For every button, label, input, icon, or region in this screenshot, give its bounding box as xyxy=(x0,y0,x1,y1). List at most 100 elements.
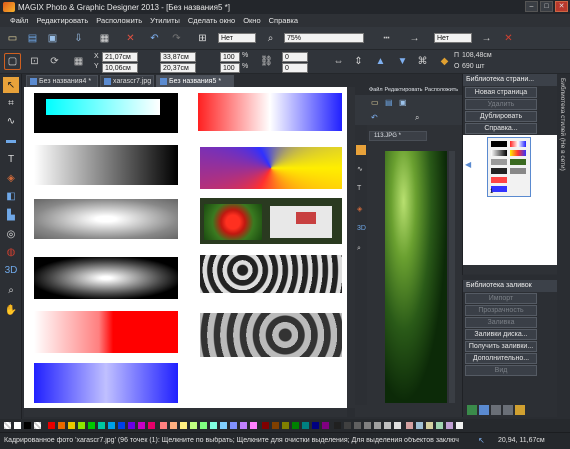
new-file-icon[interactable]: ▭ xyxy=(4,30,21,47)
palette-color[interactable] xyxy=(128,422,135,429)
3d-tool-icon[interactable]: 3D xyxy=(3,262,19,278)
document-canvas[interactable] xyxy=(24,87,347,408)
palette-color[interactable] xyxy=(108,422,115,429)
gallery-fonts-icon[interactable] xyxy=(503,405,513,415)
disk-fills-button[interactable]: Заливки диска... xyxy=(465,329,537,340)
help-button[interactable]: Справка... xyxy=(465,123,537,134)
palette-color[interactable] xyxy=(98,422,105,429)
width-input[interactable]: 33,87см xyxy=(160,52,196,62)
palette-no-color[interactable] xyxy=(4,422,11,429)
swatch-white-black[interactable] xyxy=(34,145,178,185)
palette-color[interactable] xyxy=(170,422,177,429)
swatch-blue-white[interactable] xyxy=(34,363,178,403)
palette-color[interactable] xyxy=(272,422,279,429)
transparency-fill-button[interactable]: Прозрачность xyxy=(465,305,537,316)
swatch-black-radial[interactable] xyxy=(34,257,178,299)
page-thumbnail[interactable]: 1 xyxy=(487,137,531,197)
palette-color[interactable] xyxy=(190,422,197,429)
palette-color[interactable] xyxy=(88,422,95,429)
page-gallery-scrollbar[interactable] xyxy=(463,265,557,274)
label-icon[interactable]: ◆ xyxy=(436,53,453,70)
panel2-menu-arrange[interactable]: Расположить xyxy=(425,87,459,95)
gallery-bitmap-icon[interactable] xyxy=(491,405,501,415)
tag-icon[interactable]: ⌘ xyxy=(414,53,431,70)
panel2-undo-icon[interactable]: ↶ xyxy=(371,113,378,122)
palette-black[interactable] xyxy=(24,422,31,429)
menu-help[interactable]: Справка xyxy=(265,16,302,25)
height-percent-input[interactable]: 100 xyxy=(220,63,240,73)
open-folder-icon[interactable]: ▤ xyxy=(24,30,41,47)
import-icon[interactable]: ⇩ xyxy=(70,30,87,47)
panel2-save-icon[interactable]: ▣ xyxy=(399,98,407,107)
flip-vertical-icon[interactable]: ⇕ xyxy=(350,53,367,70)
panel2-vertical-scrollbar[interactable] xyxy=(449,151,455,403)
palette-color[interactable] xyxy=(436,422,443,429)
palette-color[interactable] xyxy=(292,422,299,429)
swatch-red-white[interactable] xyxy=(34,311,178,353)
panel2-3d-tool-icon[interactable]: 3D xyxy=(357,225,366,232)
menu-utilities[interactable]: Утилиты xyxy=(146,16,184,25)
page-prev-arrow-icon[interactable]: ◀ xyxy=(465,160,471,169)
import-fill-button[interactable]: Импорт xyxy=(465,293,537,304)
menu-arrange[interactable]: Расположить xyxy=(92,16,146,25)
flip-horizontal-icon[interactable]: ⇔ xyxy=(330,53,347,70)
y-position-input[interactable]: 10,06см xyxy=(102,63,138,73)
tab-xarascr7[interactable]: xarascr7.jpg xyxy=(100,75,154,87)
menu-make-window[interactable]: Сделать окно xyxy=(184,16,239,25)
swatch-noise-light[interactable] xyxy=(200,255,342,293)
crop-tool-icon[interactable]: ⌗ xyxy=(3,95,19,111)
swatch-black-frame[interactable] xyxy=(34,93,178,133)
height-input[interactable]: 20,37см xyxy=(160,63,196,73)
transparency-tool-icon[interactable]: ◧ xyxy=(3,188,19,204)
contour-tool-icon[interactable]: ◎ xyxy=(3,226,19,242)
palette-color[interactable] xyxy=(200,422,207,429)
palette-color[interactable] xyxy=(322,422,329,429)
palette-color[interactable] xyxy=(230,422,237,429)
palette-color[interactable] xyxy=(58,422,65,429)
palette-color[interactable] xyxy=(446,422,453,429)
canvas-vertical-scrollbar[interactable] xyxy=(347,87,355,408)
arrange-front-icon[interactable]: ▲ xyxy=(372,53,389,70)
grid-icon[interactable]: ▦ xyxy=(70,53,87,70)
arrow-style-icon[interactable]: → xyxy=(406,30,423,47)
palette-color[interactable] xyxy=(250,422,257,429)
get-fills-button[interactable]: Получить заливки... xyxy=(465,341,537,352)
swatch-grey-radial[interactable] xyxy=(34,199,178,239)
palette-color[interactable] xyxy=(48,422,55,429)
panel2-menu-file[interactable]: Файл xyxy=(369,87,383,95)
panel2-open-icon[interactable]: ▤ xyxy=(385,98,393,107)
palette-color[interactable] xyxy=(394,422,401,429)
view-fills-button[interactable]: Вид xyxy=(465,365,537,376)
apply-fill-button[interactable]: Заливка xyxy=(465,317,537,328)
palette-color[interactable] xyxy=(426,422,433,429)
bounds-icon[interactable]: ⊡ xyxy=(26,53,43,70)
arrow-options-icon[interactable]: ✕ xyxy=(500,30,517,47)
swatch-noise-dark[interactable] xyxy=(200,313,342,357)
line-style-icon[interactable]: ┅ xyxy=(378,30,395,47)
shadow-tool-icon[interactable]: ▙ xyxy=(3,207,19,223)
new-page-button[interactable]: Новая страница xyxy=(465,87,537,98)
delete-page-button[interactable]: Удалить xyxy=(465,99,537,110)
selector-tool-icon[interactable]: ↖ xyxy=(3,77,19,93)
panel2-zoom-tool-icon[interactable]: ⌕ xyxy=(357,245,361,253)
canvas-horizontal-scrollbar[interactable] xyxy=(24,408,347,417)
palette-white[interactable] xyxy=(14,422,21,429)
palette-color[interactable] xyxy=(78,422,85,429)
palette-transparent[interactable] xyxy=(34,422,41,429)
undo-icon[interactable]: ↶ xyxy=(146,30,163,47)
paste-icon[interactable]: ▦ xyxy=(96,30,113,47)
palette-color[interactable] xyxy=(282,422,289,429)
style-library-tab[interactable]: Библиотека стилей (Не в сети) xyxy=(557,74,570,417)
close-button[interactable]: ✕ xyxy=(555,1,568,12)
delete-icon[interactable]: ✕ xyxy=(122,30,139,47)
palette-color[interactable] xyxy=(456,422,463,429)
palette-color[interactable] xyxy=(240,422,247,429)
transform-icon[interactable]: ⊞ xyxy=(194,30,211,47)
text-tool-icon[interactable]: T xyxy=(3,151,19,167)
palette-color[interactable] xyxy=(210,422,217,429)
palette-color[interactable] xyxy=(334,422,341,429)
palette-color[interactable] xyxy=(416,422,423,429)
more-fills-button[interactable]: Дополнительно... xyxy=(465,353,537,364)
redo-icon[interactable]: ↷ xyxy=(168,30,185,47)
rotate-mode-icon[interactable]: ⟳ xyxy=(46,53,63,70)
